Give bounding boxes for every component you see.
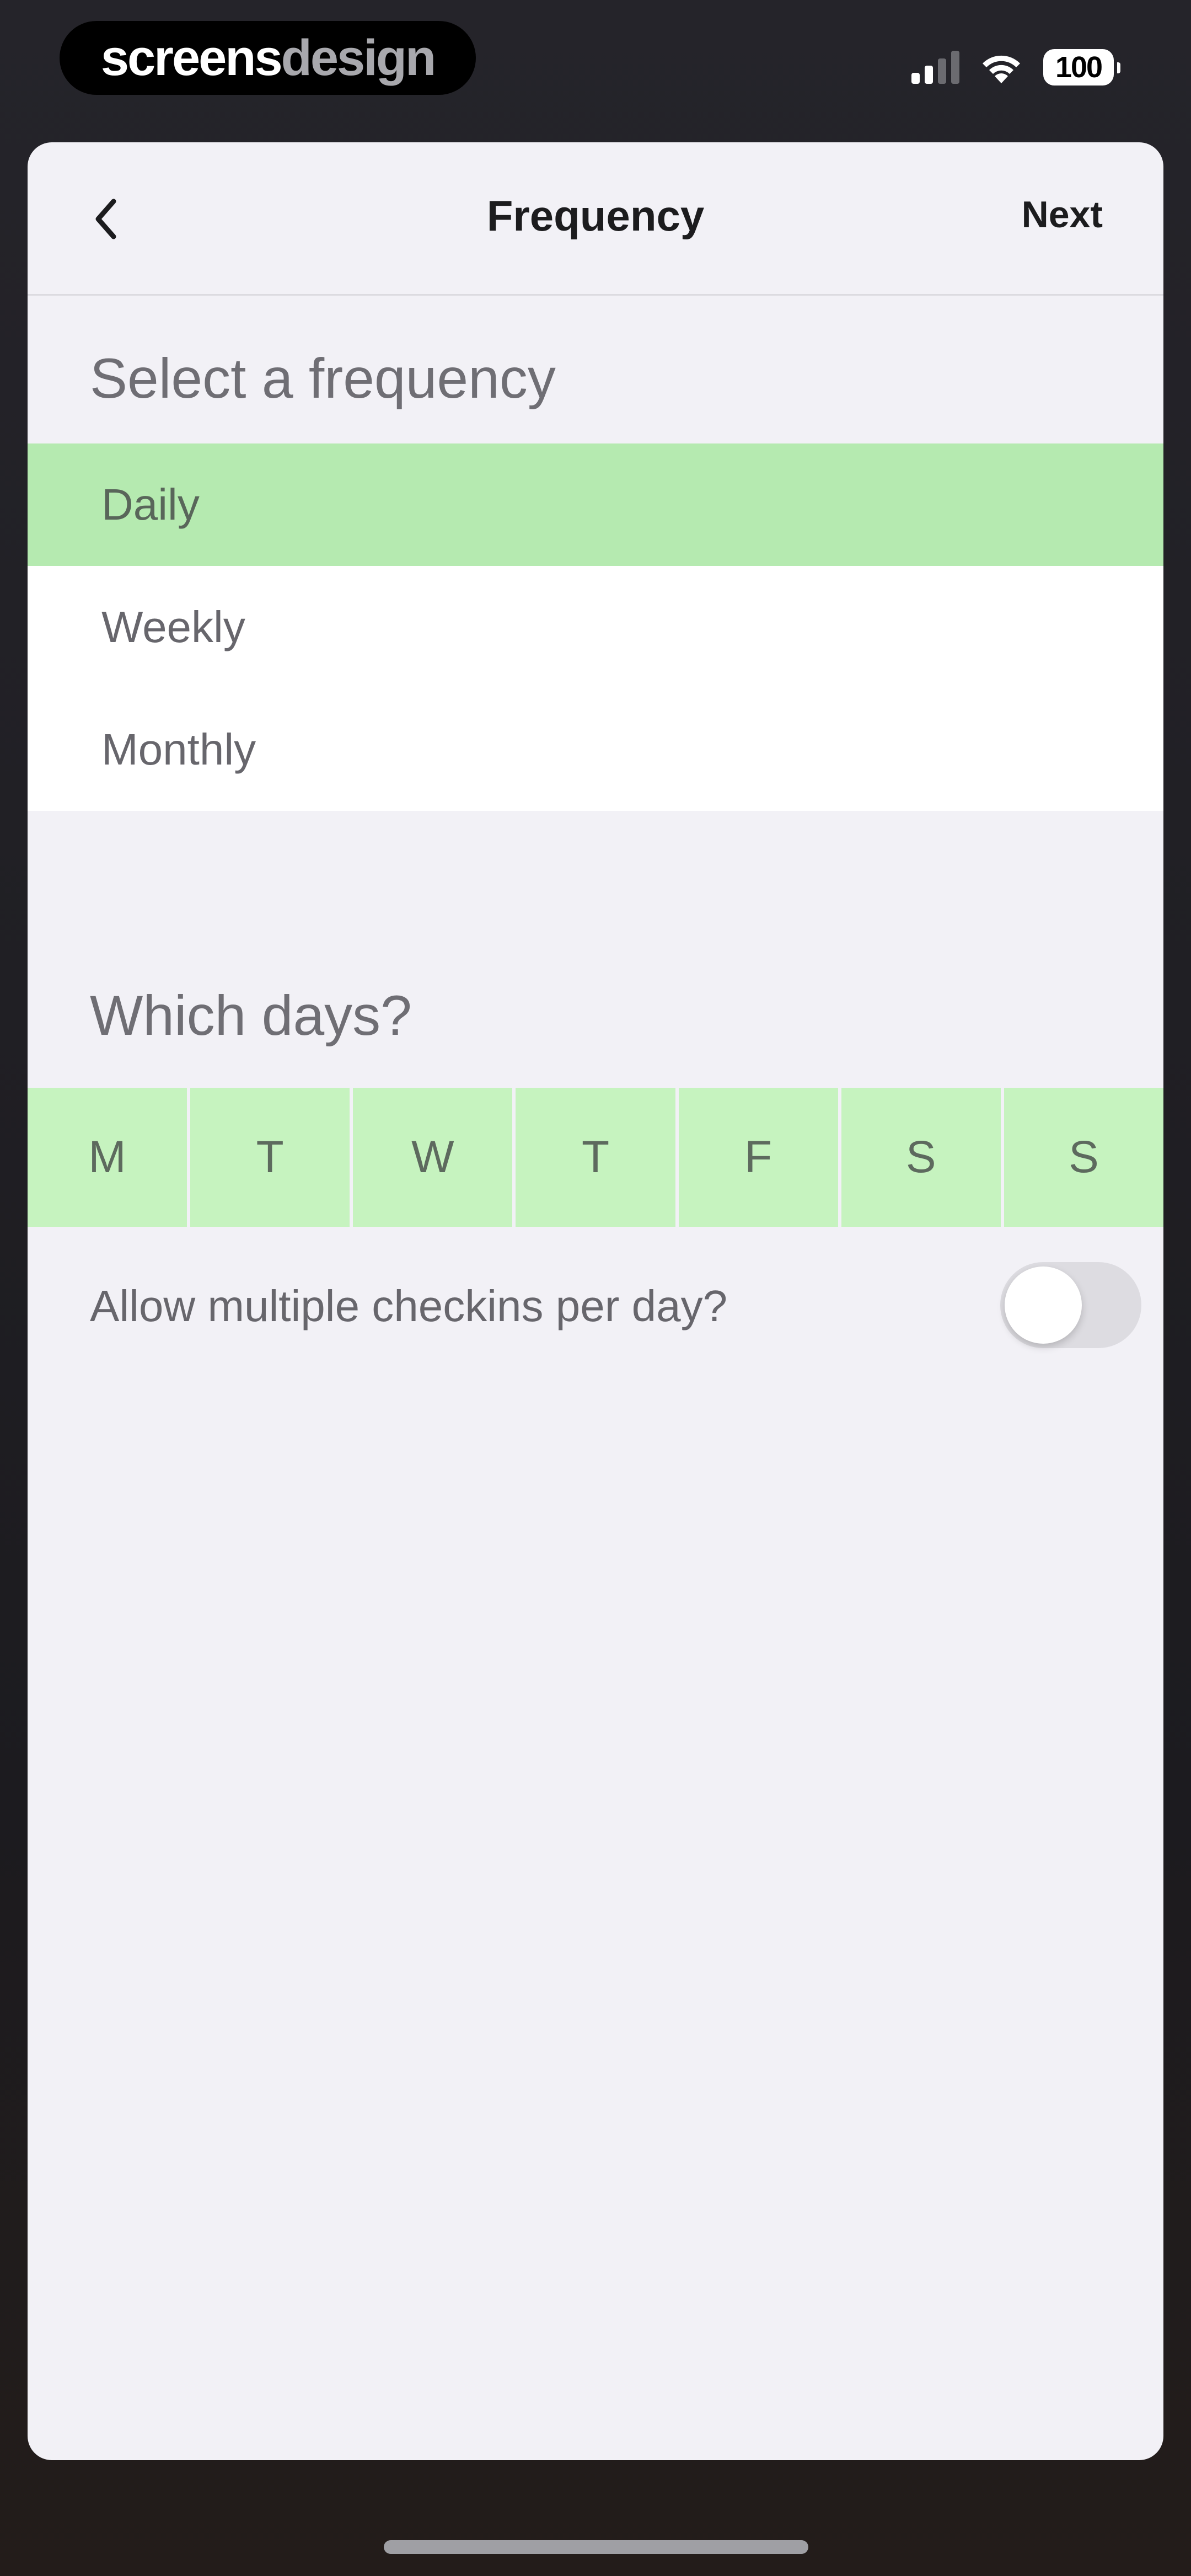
multiple-checkins-row: Allow multiple checkins per day?: [90, 1257, 1163, 1350]
day-sunday[interactable]: S: [1004, 1088, 1163, 1227]
day-saturday[interactable]: S: [841, 1088, 1004, 1227]
days-section-header: Which days?: [90, 984, 412, 1047]
brand-logo: screensdesign: [100, 30, 436, 86]
day-wednesday[interactable]: W: [353, 1088, 516, 1227]
battery-icon: 100: [1043, 49, 1120, 85]
wifi-icon: [978, 50, 1024, 84]
brand-logo-light: design: [281, 30, 436, 86]
multiple-checkins-label: Allow multiple checkins per day?: [90, 1281, 728, 1330]
navigation-bar: Frequency Next: [28, 142, 1163, 296]
day-tuesday[interactable]: T: [190, 1088, 353, 1227]
day-thursday[interactable]: T: [516, 1088, 679, 1227]
brand-badge: screensdesign: [60, 21, 476, 95]
frequency-option-monthly[interactable]: Monthly: [28, 688, 1163, 811]
frequency-section-header: Select a frequency: [90, 347, 556, 410]
home-indicator[interactable]: [384, 2540, 808, 2554]
day-monday[interactable]: M: [28, 1088, 191, 1227]
brand-logo-bold: screens: [100, 30, 283, 86]
next-button[interactable]: Next: [1022, 193, 1103, 236]
day-friday[interactable]: F: [678, 1088, 841, 1227]
frequency-option-weekly[interactable]: Weekly: [28, 566, 1163, 688]
frequency-option-daily[interactable]: Daily: [28, 443, 1163, 566]
app-screen: screensdesign 100 Frequency Next Select …: [0, 0, 1191, 2576]
multiple-checkins-toggle[interactable]: [1000, 1262, 1141, 1348]
frequency-sheet: Frequency Next Select a frequency Daily …: [28, 142, 1163, 2460]
status-icons: 100: [911, 44, 1120, 90]
day-selector: M T W T F S S: [28, 1088, 1163, 1227]
toggle-knob: [1005, 1266, 1082, 1344]
frequency-options-list: Daily Weekly Monthly: [28, 443, 1163, 811]
page-title: Frequency: [486, 191, 705, 240]
signal-icon: [911, 51, 959, 84]
battery-level: 100: [1055, 51, 1103, 84]
